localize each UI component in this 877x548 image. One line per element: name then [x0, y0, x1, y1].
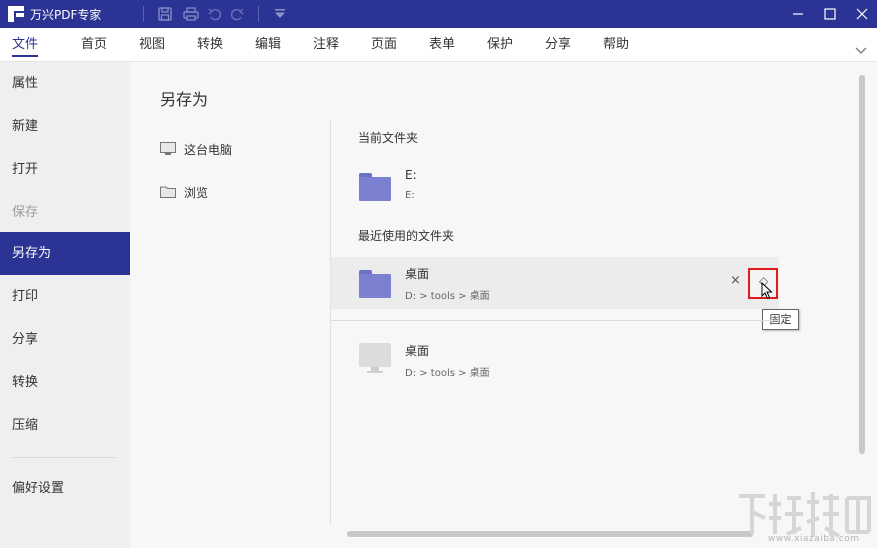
remove-icon[interactable]: × [730, 273, 741, 288]
folder-name: 桌面 [405, 267, 430, 281]
undo-icon[interactable] [204, 3, 226, 25]
redo-icon[interactable] [226, 3, 248, 25]
sidebar-item-new[interactable]: 新建 [0, 105, 130, 148]
folder-icon [359, 173, 391, 201]
sidebar-item-save-as[interactable]: 另存为 [0, 232, 130, 275]
customize-dropdown-icon[interactable] [269, 3, 291, 25]
menu-help[interactable]: 帮助 [603, 28, 629, 62]
recent-folders-heading: 最近使用的文件夹 [358, 229, 455, 243]
menu-bar: 文件 首页 视图 转换 编辑 注释 页面 表单 保护 分享 帮助 [0, 28, 877, 62]
pin-button[interactable]: ◇ [748, 268, 778, 300]
sidebar-item-open[interactable]: 打开 [0, 148, 130, 191]
menu-edit[interactable]: 编辑 [255, 28, 281, 62]
menu-view[interactable]: 视图 [139, 28, 165, 62]
sidebar-divider [12, 457, 116, 458]
recent-folder-entry[interactable]: 桌面 D: > tools > 桌面 × ◇ [331, 257, 779, 309]
location-label: 这台电脑 [184, 142, 233, 157]
file-sidebar: 属性 新建 打开 保存 另存为 打印 分享 转换 压缩 偏好设置 [0, 62, 130, 548]
location-label: 浏览 [184, 185, 209, 200]
computer-icon [160, 142, 176, 156]
toolbar-separator [143, 6, 145, 22]
menu-page[interactable]: 页面 [371, 28, 397, 62]
sidebar-item-preferences[interactable]: 偏好设置 [0, 467, 130, 510]
maximize-icon[interactable] [815, 0, 845, 28]
folder-icon [359, 270, 391, 298]
sidebar-item-print[interactable]: 打印 [0, 275, 130, 318]
app-title: 万兴PDF专家 [30, 7, 102, 22]
sidebar-item-save: 保存 [12, 205, 39, 220]
folder-path: E: [405, 190, 415, 201]
mouse-cursor-icon [761, 282, 773, 300]
chevron-down-icon[interactable] [855, 44, 867, 59]
app-logo-icon [8, 6, 24, 22]
location-this-pc[interactable]: 这台电脑 [160, 139, 232, 159]
sidebar-item-convert[interactable]: 转换 [0, 361, 130, 404]
folder-name: 桌面 [405, 344, 430, 358]
menu-comment[interactable]: 注释 [313, 28, 339, 62]
window-controls [781, 0, 877, 28]
list-divider [331, 320, 779, 321]
sidebar-item-properties[interactable]: 属性 [0, 62, 130, 105]
recent-folder-entry[interactable]: 桌面 D: > tools > 桌面 [331, 334, 779, 386]
close-icon[interactable] [847, 0, 877, 28]
folder-icon [160, 185, 176, 199]
page-title: 另存为 [160, 90, 209, 109]
menu-home[interactable]: 首页 [81, 28, 107, 62]
menu-convert[interactable]: 转换 [197, 28, 223, 62]
horizontal-scrollbar[interactable] [347, 531, 753, 537]
watermark-text: www.xiazaiba.com [768, 534, 860, 544]
menu-share[interactable]: 分享 [545, 28, 571, 62]
folder-name: E: [405, 168, 417, 182]
title-bar: 万兴PDF专家 [0, 0, 877, 28]
menu-file[interactable]: 文件 [12, 28, 39, 62]
sidebar-item-share[interactable]: 分享 [0, 318, 130, 361]
minimize-icon[interactable] [783, 0, 813, 28]
menu-form[interactable]: 表单 [429, 28, 455, 62]
save-icon[interactable] [154, 3, 176, 25]
sidebar-item-compress[interactable]: 压缩 [0, 404, 130, 447]
location-browse[interactable]: 浏览 [160, 182, 208, 202]
folder-path: D: > tools > 桌面 [405, 368, 490, 379]
menu-protect[interactable]: 保护 [487, 28, 513, 62]
print-icon[interactable] [180, 3, 202, 25]
current-folder-heading: 当前文件夹 [358, 131, 419, 145]
folder-path: D: > tools > 桌面 [405, 291, 490, 302]
vertical-scrollbar[interactable] [859, 75, 865, 454]
desktop-icon [359, 343, 391, 375]
current-folder-entry[interactable]: E: E: [331, 160, 779, 212]
toolbar-separator [258, 6, 260, 22]
